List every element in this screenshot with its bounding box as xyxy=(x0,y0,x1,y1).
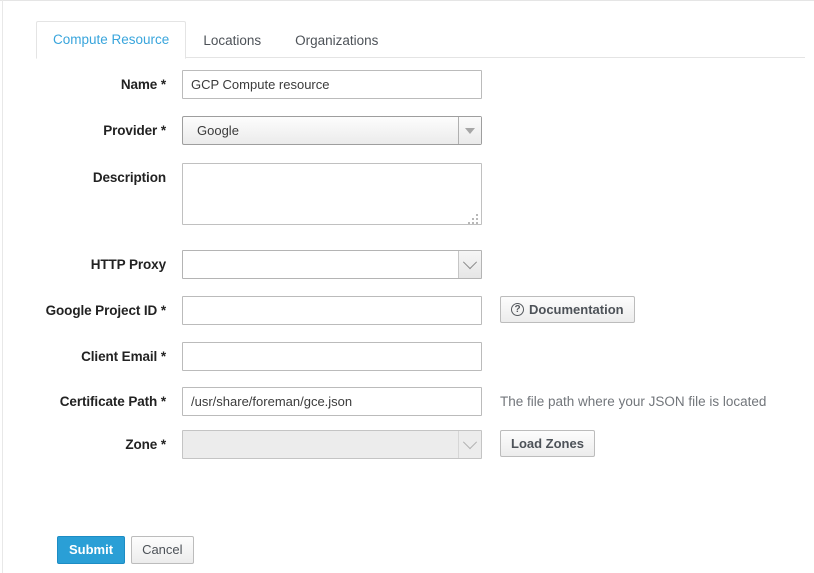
tab-organizations[interactable]: Organizations xyxy=(278,22,395,59)
documentation-button-label: Documentation xyxy=(529,302,624,317)
field-zone: Load Zones xyxy=(182,430,595,459)
label-zone: Zone * xyxy=(125,437,166,452)
label-client-email: Client Email * xyxy=(81,349,166,364)
certificate-path-help-slot: The file path where your JSON file is lo… xyxy=(500,387,766,416)
documentation-button[interactable]: ? Documentation xyxy=(500,296,635,323)
certificate-path-help-text: The file path where your JSON file is lo… xyxy=(500,394,767,409)
description-wrapper xyxy=(182,163,482,228)
compute-resource-page: Compute Resource Locations Organizations… xyxy=(0,0,814,573)
tab-item-locations: Locations xyxy=(186,22,278,58)
form-row-google-project-id: Google Project ID * ? Documentation xyxy=(0,296,814,325)
form-row-description: Description xyxy=(0,163,814,228)
load-zones-slot: Load Zones xyxy=(500,430,595,457)
field-description xyxy=(182,163,482,228)
label-description: Description xyxy=(92,170,166,185)
field-provider: Google xyxy=(182,116,482,145)
field-http-proxy xyxy=(182,250,482,279)
label-provider: Provider * xyxy=(103,123,166,138)
field-name xyxy=(182,70,482,99)
field-client-email xyxy=(182,342,482,371)
tab-compute-resource[interactable]: Compute Resource xyxy=(36,21,187,59)
form-row-client-email: Client Email * xyxy=(0,342,814,371)
compute-resource-form: Name * Provider * Google Description xyxy=(0,70,814,473)
name-input[interactable] xyxy=(182,70,482,99)
form-row-name: Name * xyxy=(0,70,814,99)
chevron-down-icon xyxy=(462,434,478,449)
client-email-input[interactable] xyxy=(182,342,482,371)
http-proxy-dropdown-button[interactable] xyxy=(458,251,481,278)
form-row-certificate-path: Certificate Path * The file path where y… xyxy=(0,387,814,416)
form-row-http-proxy: HTTP Proxy xyxy=(0,250,814,279)
label-certificate-path: Certificate Path * xyxy=(59,394,166,409)
tab-item-organizations: Organizations xyxy=(278,22,395,58)
certificate-path-input[interactable] xyxy=(182,387,482,416)
submit-button[interactable]: Submit xyxy=(57,536,126,564)
label-name: Name * xyxy=(120,77,166,92)
label-google-project-id: Google Project ID * xyxy=(45,303,166,318)
caret-down-icon xyxy=(465,127,475,134)
form-row-zone: Zone * Load Zones xyxy=(0,430,814,459)
form-actions: Submit Cancel xyxy=(57,536,194,564)
description-textarea[interactable] xyxy=(182,163,482,225)
form-row-provider: Provider * Google xyxy=(0,116,814,145)
google-project-id-input[interactable] xyxy=(182,296,482,325)
field-google-project-id: ? Documentation xyxy=(182,296,635,325)
question-circle-icon: ? xyxy=(511,303,524,316)
provider-dropdown-button[interactable] xyxy=(458,117,481,144)
tab-item-compute-resource: Compute Resource xyxy=(36,21,187,59)
provider-select-value: Google xyxy=(197,123,239,138)
zone-dropdown-button[interactable] xyxy=(458,431,481,458)
http-proxy-select[interactable] xyxy=(182,250,482,279)
load-zones-button[interactable]: Load Zones xyxy=(500,430,595,457)
documentation-slot: ? Documentation xyxy=(500,296,635,323)
provider-select[interactable]: Google xyxy=(182,116,482,145)
label-http-proxy: HTTP Proxy xyxy=(90,257,166,272)
chevron-down-icon xyxy=(462,254,478,269)
cancel-button[interactable]: Cancel xyxy=(131,536,194,564)
tab-list: Compute Resource Locations Organizations xyxy=(36,21,805,59)
field-certificate-path: The file path where your JSON file is lo… xyxy=(182,387,766,416)
tab-navigation: Compute Resource Locations Organizations xyxy=(36,21,805,59)
zone-select[interactable] xyxy=(182,430,482,459)
tab-locations[interactable]: Locations xyxy=(186,22,278,59)
